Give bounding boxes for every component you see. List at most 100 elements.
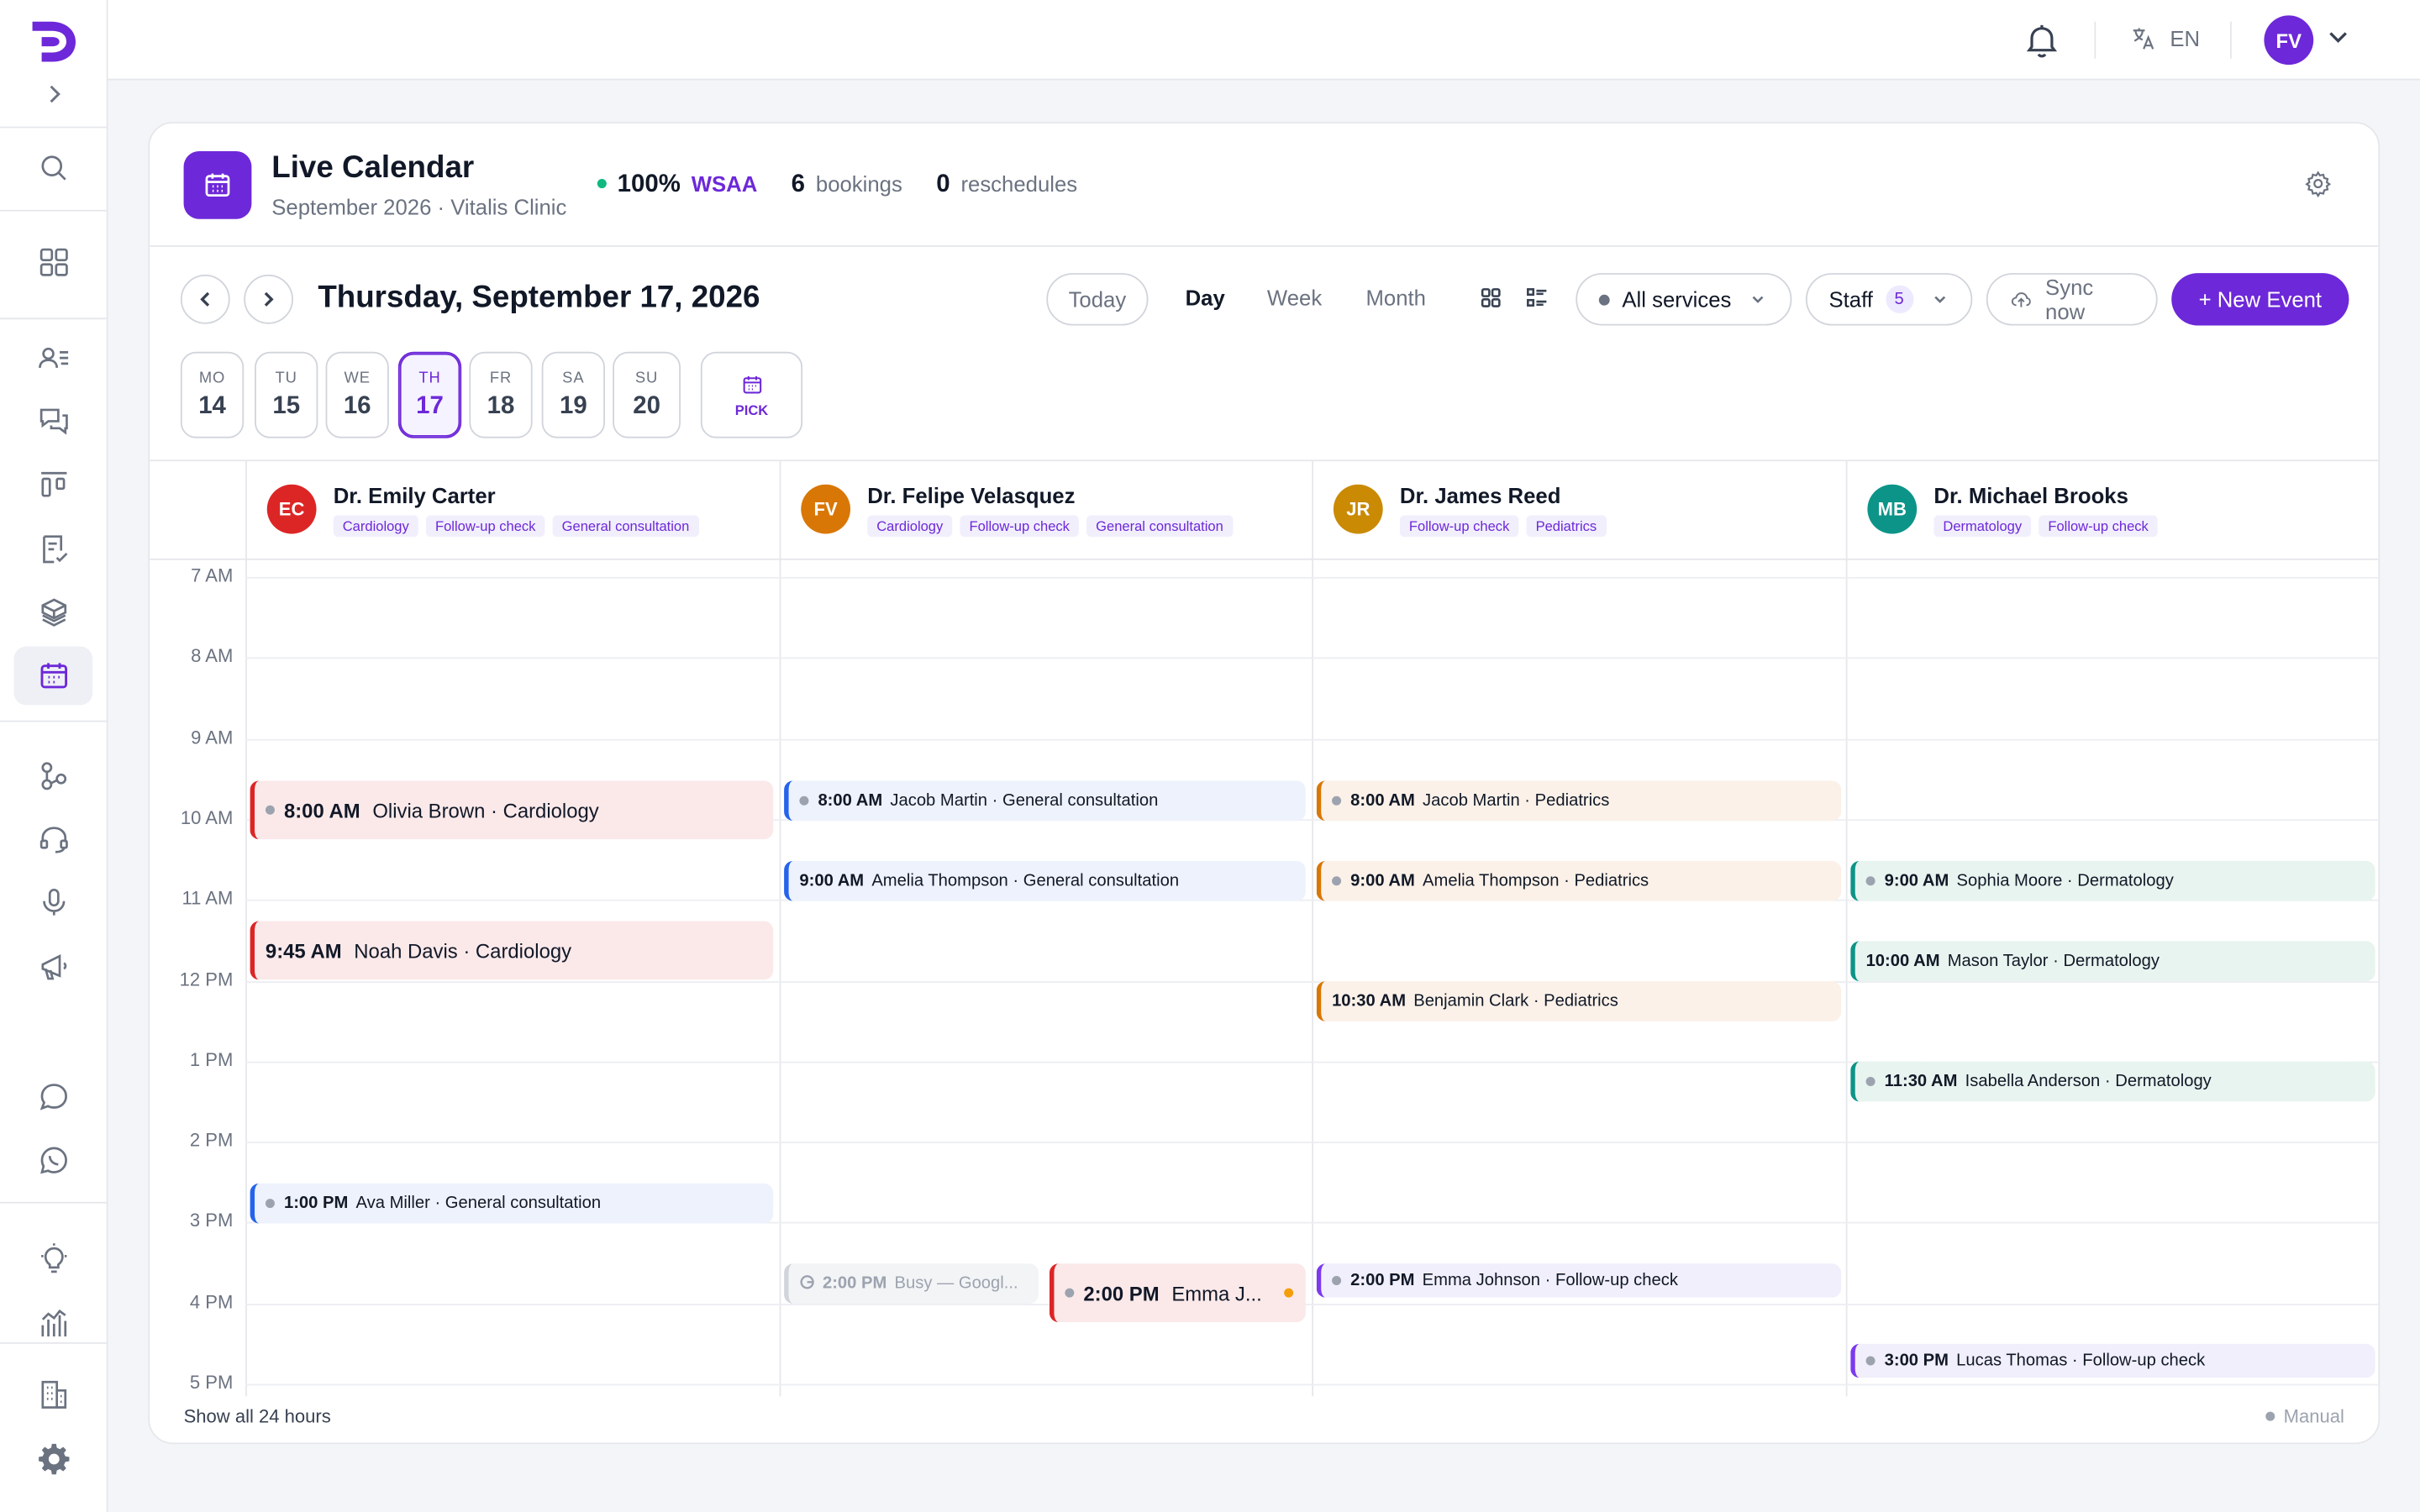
show-all-hours-link[interactable]: Show all 24 hours (184, 1405, 331, 1427)
calendar-event[interactable]: 10:00 AM Mason Taylor · Dermatology (1850, 941, 2375, 982)
ideas-lightbulb-icon[interactable] (14, 1230, 93, 1289)
calendar-settings-gear-icon[interactable] (2304, 170, 2332, 205)
calendar-event[interactable]: 2:00 PM Emma J... (1049, 1263, 1306, 1323)
staff-avatar: MB (1867, 484, 1918, 534)
contacts-icon[interactable] (14, 328, 93, 387)
calendar-event[interactable]: 9:00 AM Amelia Thompson · General consult… (784, 860, 1306, 901)
reschedules-label: reschedules (960, 171, 1078, 197)
calendar-event[interactable]: 2:00 PM Busy — Googl... (784, 1263, 1039, 1305)
staff-column-header[interactable]: MB Dr. Michael Brooks Dermatology Follow-up… (1846, 461, 2379, 559)
view-tab-day[interactable]: Day (1186, 286, 1225, 310)
event-time: 8:00 AM (818, 791, 883, 811)
search-icon[interactable] (14, 139, 93, 197)
user-avatar[interactable]: FV (2264, 15, 2314, 66)
app-logo[interactable] (29, 15, 79, 65)
day-of-week: SA (562, 369, 585, 387)
organization-building-icon[interactable] (14, 1365, 93, 1424)
microphone-icon[interactable] (14, 874, 93, 932)
forms-icon[interactable] (14, 520, 93, 579)
day-chip[interactable]: WE 16 (325, 351, 389, 438)
event-title: Amelia Thompson · Pediatrics (1423, 871, 1649, 890)
wsaa-value: 100% (617, 171, 681, 198)
mode-dot (2265, 1411, 2275, 1421)
service-tag: Pediatrics (1526, 515, 1607, 538)
calendar-event[interactable]: 11:30 AM Isabella Anderson · Dermatology (1850, 1061, 2375, 1102)
sync-mode-label: Manual (2283, 1405, 2344, 1427)
calendar-event[interactable]: 8:00 AM Olivia Brown · Cardiology (250, 780, 774, 840)
google-calendar-icon (799, 1273, 823, 1294)
column-divider (779, 461, 781, 1399)
language-switcher[interactable]: EN (2130, 24, 2200, 52)
workflows-icon[interactable] (14, 747, 93, 806)
user-menu-chevron-down-icon[interactable] (2328, 26, 2349, 55)
bookings-label: bookings (815, 171, 902, 197)
reports-chart-icon[interactable] (14, 1294, 93, 1353)
day-chip[interactable]: TH 17 (397, 351, 462, 438)
services-filter-dropdown[interactable]: All services (1576, 273, 1792, 326)
dashboard-grid-icon[interactable] (14, 233, 93, 291)
conversations-icon[interactable] (14, 392, 93, 451)
event-time: 3:00 PM (1884, 1351, 1949, 1370)
wsaa-label: WSAA (691, 171, 758, 197)
grid-view-icon[interactable] (1480, 287, 1502, 317)
calendar-event[interactable]: 1:00 PM Ava Miller · General consultation (250, 1183, 774, 1224)
event-title: Mason Taylor · Dermatology (1947, 952, 2160, 971)
view-tab-month[interactable]: Month (1365, 286, 1425, 310)
calendar-event[interactable]: 9:00 AM Amelia Thompson · Pediatrics (1316, 860, 1842, 901)
calendar-event[interactable]: 8:00 AM Jacob Martin · Pediatrics (1316, 780, 1842, 822)
previous-day-button[interactable] (180, 274, 230, 324)
day-schedule-grid: EC Dr. Emily Carter Cardiology Follow-up ch… (150, 459, 2379, 1399)
marketing-megaphone-icon[interactable] (14, 938, 93, 997)
view-tab-week[interactable]: Week (1267, 286, 1322, 310)
event-title: Benjamin Clark · Pediatrics (1413, 991, 1618, 1011)
chevron-down-icon (1933, 296, 1945, 303)
day-of-week: MO (198, 369, 226, 387)
day-chip[interactable]: MO 14 (180, 351, 245, 438)
hour-label: 12 PM (179, 968, 234, 990)
calendar-event[interactable]: 9:00 AM Sophia Moore · Dermatology (1850, 860, 2375, 901)
calendar-event[interactable]: 2:00 PM Emma Johnson · Follow-up check (1316, 1263, 1842, 1298)
settings-gear-icon[interactable] (14, 1429, 93, 1488)
notifications-bell-icon[interactable] (2022, 20, 2062, 60)
products-icon[interactable] (14, 583, 93, 642)
next-day-button[interactable] (244, 274, 293, 324)
service-tag: Cardiology (867, 515, 953, 538)
staff-column-header[interactable]: EC Dr. Emily Carter Cardiology Follow-up ch… (245, 461, 779, 559)
staff-filter-dropdown[interactable]: Staff 5 (1805, 273, 1973, 326)
day-chip[interactable]: SA 19 (541, 351, 605, 438)
new-event-button[interactable]: + New Event (2171, 273, 2349, 326)
sidebar-expand-chevron-icon[interactable] (40, 81, 68, 108)
today-button[interactable]: Today (1046, 273, 1149, 326)
event-time: 9:00 AM (1884, 871, 1949, 890)
staff-name: Dr. James Reed (1399, 482, 1561, 508)
support-agent-icon[interactable] (14, 810, 93, 869)
service-tag: Follow-up check (425, 515, 545, 538)
staff-column-header[interactable]: JR Dr. James Reed Follow-up check Pediatric… (1312, 461, 1845, 559)
hour-label: 4 PM (189, 1290, 234, 1313)
chat-bubble-icon[interactable] (14, 1068, 93, 1126)
calendar-event[interactable]: 10:30 AM Benjamin Clark · Pediatrics (1316, 981, 1842, 1021)
calendar-event[interactable]: 3:00 PM Lucas Thomas · Follow-up check (1850, 1343, 2375, 1378)
day-chip[interactable]: FR 18 (469, 351, 533, 438)
day-chip[interactable]: TU 15 (255, 351, 318, 438)
staff-name: Dr. Emily Carter (333, 482, 496, 508)
day-chip[interactable]: SU 20 (613, 351, 681, 438)
event-title: Lucas Thomas · Follow-up check (1956, 1351, 2206, 1370)
event-time: 2:00 PM (1083, 1281, 1160, 1305)
staff-column-header[interactable]: FV Dr. Felipe Velasquez Cardiology Follow-u… (780, 461, 1313, 559)
pending-indicator-dot (1284, 1288, 1294, 1298)
calendar-event[interactable]: 8:00 AM Jacob Martin · General consultati… (784, 780, 1306, 822)
pick-date-button[interactable]: PICK (700, 351, 803, 438)
day-of-week: SU (634, 369, 659, 387)
hour-label: 9 AM (191, 726, 234, 748)
event-status-dot (799, 795, 809, 806)
calendar-icon[interactable] (13, 646, 93, 706)
service-tag: Follow-up check (1399, 515, 1519, 538)
hour-gridline (245, 576, 2379, 579)
event-time: 1:00 PM (283, 1194, 349, 1213)
pipeline-icon[interactable] (14, 455, 93, 514)
sync-now-button[interactable]: Sync now (1986, 273, 2158, 326)
calendar-event[interactable]: 9:45 AM Noah Davis · Cardiology (250, 921, 774, 980)
list-view-icon[interactable] (1526, 287, 1548, 317)
whatsapp-icon[interactable] (14, 1131, 93, 1189)
